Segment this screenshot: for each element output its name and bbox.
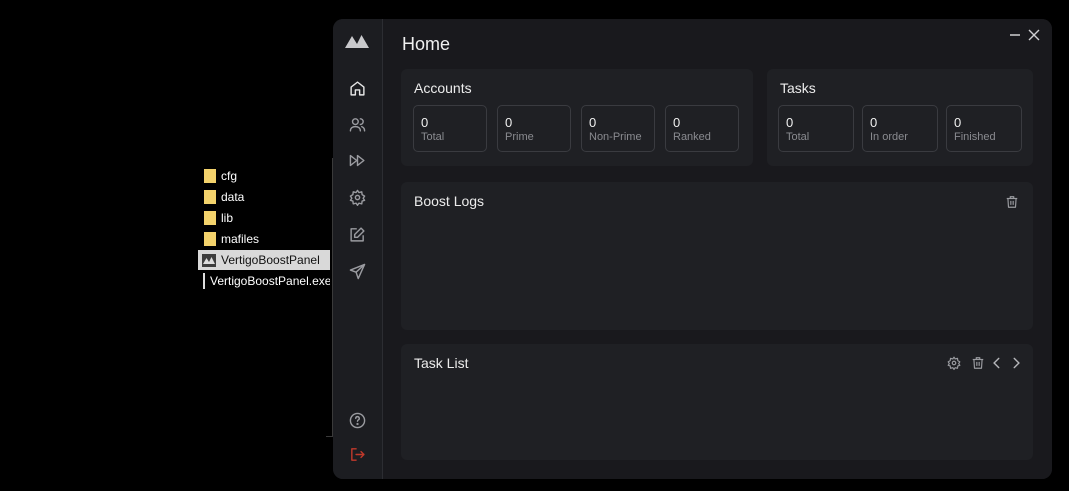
close-icon — [1028, 29, 1040, 41]
file-item-mafiles[interactable]: mafiles — [198, 229, 330, 249]
stat-value: 0 — [505, 115, 513, 130]
stat-value: 0 — [954, 115, 962, 130]
page-title: Home — [402, 34, 451, 54]
settings-icon — [947, 356, 961, 370]
sidebar-item-boost[interactable] — [345, 148, 369, 172]
file-item-label: VertigoBoostPanel.exe.config — [210, 274, 330, 288]
settings-icon — [349, 189, 365, 206]
fast-forward-icon — [349, 154, 365, 166]
file-item-cfg[interactable]: cfg — [198, 166, 330, 186]
sidebar-item-send[interactable] — [345, 259, 369, 283]
stat-value: 0 — [870, 115, 878, 130]
minimize-icon — [1010, 34, 1020, 36]
stat-value: 0 — [421, 115, 429, 130]
file-explorer-fragment: cfg data lib mafiles VertigoBoostPanel V… — [196, 158, 336, 438]
stat-label: Total — [786, 131, 810, 143]
clear-logs-button[interactable] — [1004, 194, 1020, 210]
stat-value: 0 — [589, 115, 597, 130]
users-icon — [349, 117, 365, 132]
app-window: Home Accounts 0 Total 0 Prime 0 Non-Prim… — [333, 19, 1052, 479]
app-icon — [202, 253, 216, 267]
stat-tasks-finished: 0 Finished — [946, 105, 1022, 152]
tasks-title: Tasks — [780, 80, 816, 96]
sidebar-item-logout[interactable] — [345, 442, 369, 466]
stat-tasks-total: 0 Total — [778, 105, 854, 152]
file-item-label: lib — [221, 211, 234, 225]
stat-tasks-inorder: 0 In order — [862, 105, 938, 152]
sidebar-item-edit[interactable] — [345, 222, 369, 246]
file-item-config[interactable]: VertigoBoostPanel.exe.config — [198, 271, 330, 291]
send-icon — [349, 263, 365, 279]
accounts-title: Accounts — [414, 80, 472, 96]
stat-label: Finished — [954, 131, 996, 143]
sidebar-item-home[interactable] — [345, 76, 369, 100]
sidebar-item-help[interactable] — [345, 408, 369, 432]
sidebar — [333, 19, 383, 479]
task-settings-button[interactable] — [946, 355, 962, 371]
file-item-vertigoboostpanel[interactable]: VertigoBoostPanel — [198, 250, 330, 270]
file-item-lib[interactable]: lib — [198, 208, 330, 228]
minimize-button[interactable] — [1007, 27, 1023, 43]
tasks-panel: Tasks 0 Total 0 In order 0 Finished — [767, 69, 1033, 166]
file-item-label: data — [221, 190, 245, 204]
accounts-panel: Accounts 0 Total 0 Prime 0 Non-Prime 0 R… — [401, 69, 753, 166]
main-content: Home Accounts 0 Total 0 Prime 0 Non-Prim… — [383, 19, 1052, 479]
stat-accounts-nonprime: 0 Non-Prime — [581, 105, 655, 152]
trash-icon — [1006, 196, 1018, 208]
next-page-button[interactable] — [1008, 355, 1024, 371]
close-button[interactable] — [1026, 27, 1042, 43]
stat-accounts-total: 0 Total — [413, 105, 487, 152]
stat-accounts-prime: 0 Prime — [497, 105, 571, 152]
task-list-title: Task List — [414, 355, 469, 371]
boost-logs-panel: Boost Logs — [401, 182, 1033, 330]
chevron-right-icon — [1013, 357, 1020, 369]
folder-icon — [204, 169, 216, 183]
clear-tasks-button[interactable] — [970, 355, 986, 371]
folder-icon — [204, 190, 216, 204]
stat-accounts-ranked: 0 Ranked — [665, 105, 739, 152]
chevron-left-icon — [993, 357, 1000, 369]
edit-icon — [349, 226, 365, 242]
task-list-panel: Task List — [401, 344, 1033, 460]
logout-icon — [350, 447, 365, 461]
app-logo — [345, 29, 369, 53]
file-item-label: mafiles — [221, 232, 260, 246]
sidebar-item-accounts[interactable] — [345, 112, 369, 136]
folder-icon — [204, 211, 216, 225]
folder-icon — [204, 232, 216, 246]
stat-label: Ranked — [673, 131, 711, 143]
stat-label: In order — [870, 131, 908, 143]
file-item-data[interactable]: data — [198, 187, 330, 207]
stat-label: Prime — [505, 131, 534, 143]
stat-label: Total — [421, 131, 445, 143]
stat-value: 0 — [786, 115, 794, 130]
file-item-label: cfg — [221, 169, 238, 183]
config-file-icon — [203, 273, 205, 289]
stat-label: Non-Prime — [589, 131, 642, 143]
file-item-label: VertigoBoostPanel — [221, 253, 320, 267]
stat-value: 0 — [673, 115, 681, 130]
home-icon — [349, 80, 365, 96]
boost-logs-title: Boost Logs — [414, 193, 485, 209]
prev-page-button[interactable] — [989, 355, 1005, 371]
help-icon — [349, 412, 365, 428]
sidebar-item-settings[interactable] — [345, 185, 369, 209]
trash-icon — [972, 357, 984, 369]
